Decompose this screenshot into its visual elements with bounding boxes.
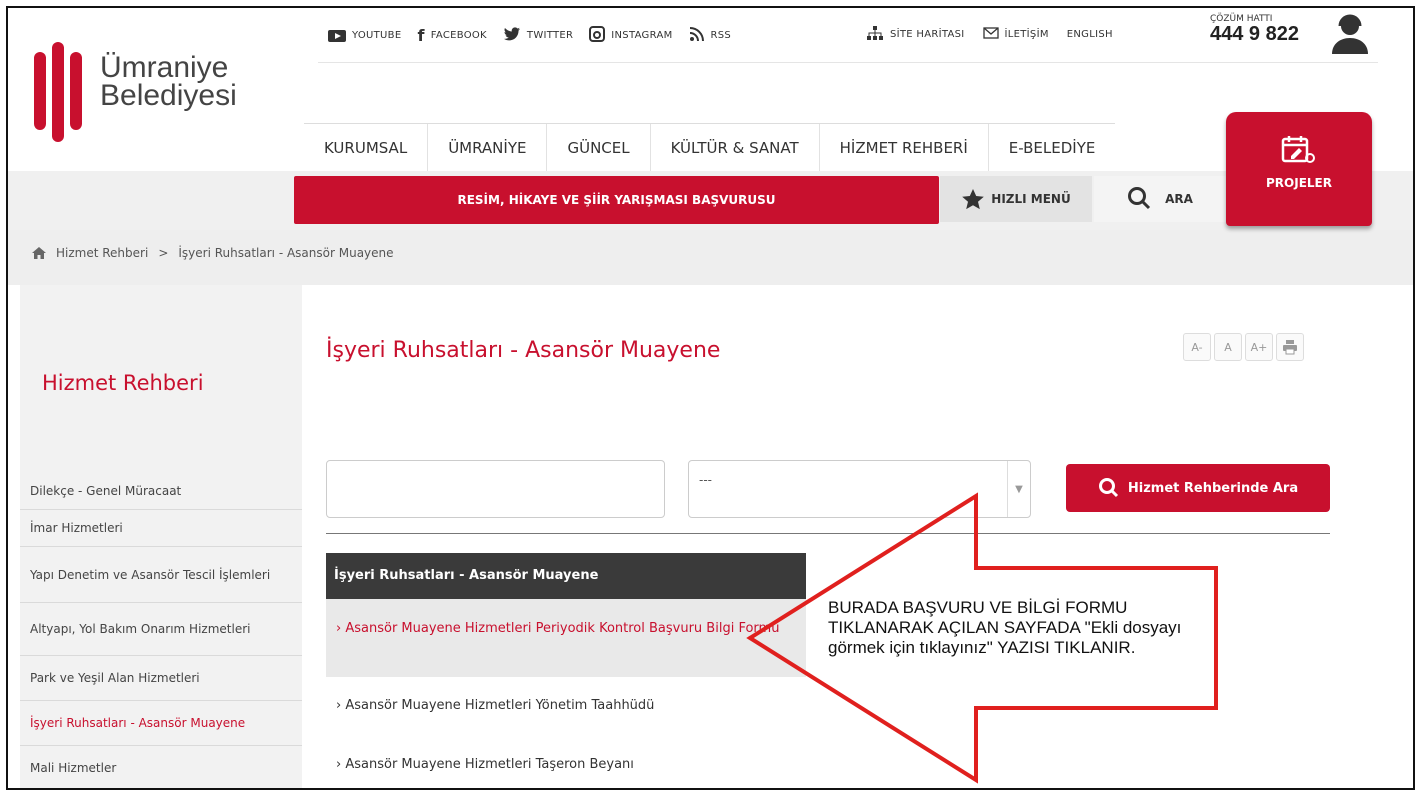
- annotation-arrow-icon: [746, 492, 1218, 784]
- browser-page: Ümraniye Belediyesi YOUTUBE f FACEBOOK T…: [6, 6, 1415, 790]
- annotation-callout-text: BURADA BAŞVURU VE BİLGİ FORMU TIKLANARAK…: [828, 598, 1182, 657]
